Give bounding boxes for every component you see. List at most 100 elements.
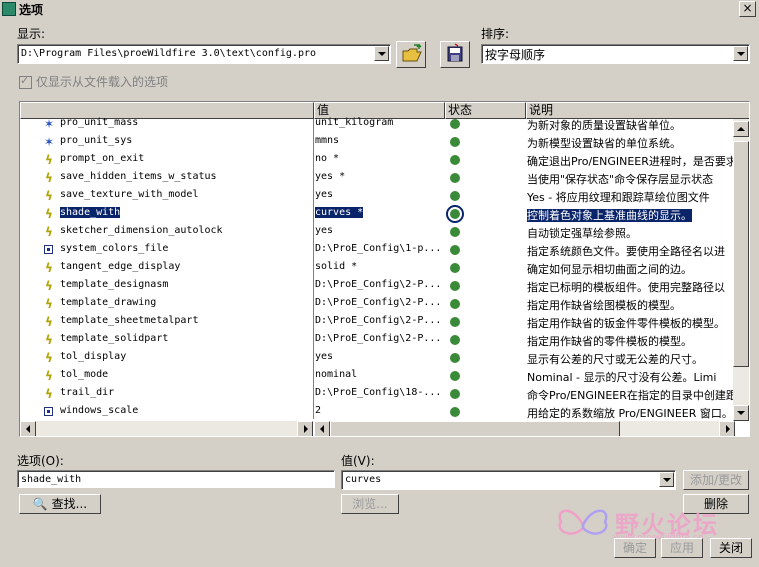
table-row[interactable]: ϟ template_drawing D:\ProE_Config\2-P... 指定… (20, 295, 735, 313)
option-description-cell: 确定如何显示相切曲面之间的边。 (527, 261, 735, 277)
option-name-cell: template_drawing (60, 297, 310, 308)
option-value-cell-text: yes * (315, 171, 346, 182)
option-description-cell: 当使用"保存状态"命令保存层显示状态 (527, 171, 735, 187)
option-description-cell: 显示有公差的尺寸或无公差的尺寸。 (527, 351, 735, 367)
lightning-option-icon: ϟ (45, 387, 53, 401)
scroll-thumb[interactable] (733, 141, 749, 367)
apply-button[interactable]: 应用 (661, 538, 703, 558)
option-name-cell-text: save_texture_with_model (60, 189, 199, 200)
scroll-up-button[interactable] (733, 121, 749, 137)
option-input[interactable]: shade_with (17, 470, 335, 488)
vertical-scrollbar[interactable] (733, 119, 749, 421)
find-button[interactable]: 🔍 查找... (19, 494, 101, 514)
table-row[interactable]: ϟ save_texture_with_model yes Yes - 将应用纹理和跟… (20, 187, 735, 205)
table-row[interactable]: ϟ sketcher_dimension_autolock yes 自动锁定强草绘参照… (20, 223, 735, 241)
display-file-combo[interactable]: D:\Program Files\proeWildfire 3.0\text\c… (17, 44, 391, 64)
table-row[interactable]: ϟ tol_mode nominal Nominal - 显示的尺寸没有公差。Limi (20, 367, 735, 385)
option-description-cell: 为新模型设置缺省的单位系统。 (527, 135, 735, 151)
scroll-right-button[interactable] (297, 421, 313, 436)
table-row[interactable]: ϟ shade_with curves * 控制着色对象上基准曲线的显示。 (20, 205, 735, 223)
option-description-cell-text: 指定已标明的模板组件。使用完整路径以 (527, 281, 725, 294)
option-description-cell-text: 当使用"保存状态"命令保存层显示状态 (527, 173, 714, 186)
option-name-cell-text: prompt_on_exit (60, 153, 145, 164)
checkbox-box[interactable] (19, 74, 32, 89)
table-row[interactable]: ϟ save_hidden_items_w_status yes * 当使用"保存状态… (20, 169, 735, 187)
close-button[interactable]: 关闭 (710, 538, 752, 558)
option-description-cell: 指定系统颜色文件。要使用全路径名以进 (527, 243, 735, 259)
save-disk-icon (447, 43, 463, 62)
option-value-cell-text: D:\ProE_Config\2-P... (315, 333, 440, 344)
status-dot-icon (450, 245, 460, 255)
option-name-cell-text: template_drawing (60, 297, 157, 308)
option-value-cell: D:\ProE_Config\18-... (315, 387, 440, 398)
table-row[interactable]: ϟ tol_display yes 显示有公差的尺寸或无公差的尺寸。 (20, 349, 735, 367)
status-dot-icon (450, 353, 460, 363)
window-title: 选项 (19, 3, 44, 17)
table-row[interactable]: ✶ pro_unit_mass unit_kilogram 为新对象的质量设置缺省单位… (20, 115, 735, 133)
option-description-cell: 指定用作缺省的钣金件零件模板的模型。 (527, 315, 735, 331)
option-name-cell-text: pro_unit_sys (60, 135, 133, 146)
option-description-cell-text: 自动锁定强草绘参照。 (527, 227, 637, 240)
options-table[interactable]: 值 状态 说明 ✶ pro_unit_mass unit_kilogram 为新对象的… (19, 101, 750, 437)
option-description-cell: 指定用作缺省的零件模板的模型。 (527, 333, 735, 349)
option-value-cell: D:\ProE_Config\2-P... (315, 279, 440, 290)
option-description-cell-text: 指定用作缺省的钣金件零件模板的模型。 (527, 317, 725, 330)
scroll-right-button[interactable] (719, 421, 735, 436)
chevron-down-icon[interactable] (659, 472, 674, 487)
option-value-cell-text: curves * (315, 207, 364, 218)
option-value-cell: D:\ProE_Config\2-P... (315, 297, 440, 308)
save-config-button[interactable] (440, 41, 470, 68)
find-button-label: 查找... (51, 497, 88, 511)
option-description-cell-text: Yes - 将应用纹理和跟踪草绘位图文件 (527, 191, 710, 204)
chevron-down-icon[interactable] (733, 46, 748, 61)
scroll-left-button[interactable] (314, 421, 330, 436)
horizontal-scroll-thumb[interactable] (330, 421, 620, 436)
option-description-cell-text: 指定系统颜色文件。要使用全路径名以进 (527, 245, 725, 258)
option-name-cell: template_designasm (60, 279, 310, 290)
value-combo[interactable]: curves (341, 470, 676, 490)
table-row[interactable]: ✶ pro_unit_sys mmns 为新模型设置缺省的单位系统。 (20, 133, 735, 151)
scroll-left-button[interactable] (20, 421, 36, 436)
checkbox-label: 仅显示从文件载入的选项 (36, 75, 169, 89)
unit-option-icon: ✶ (43, 117, 55, 131)
option-description-cell-text: 用给定的系数缩放 Pro/ENGINEER 窗口。 (527, 407, 733, 420)
option-name-cell: tol_display (60, 351, 310, 362)
option-value-cell-text: D:\ProE_Config\18-... (315, 387, 440, 398)
table-row[interactable]: ϟ prompt_on_exit no * 确定退出Pro/ENGINEER进程时，是… (20, 151, 735, 169)
table-row[interactable]: ϟ trail_dir D:\ProE_Config\18-... 命令Pro/ENG… (20, 385, 735, 403)
ok-button[interactable]: 确定 (614, 538, 656, 558)
title-bar[interactable]: 选项 × (0, 0, 759, 17)
option-name-cell: prompt_on_exit (60, 153, 310, 164)
open-folder-button[interactable] (396, 41, 426, 68)
value-label: 值(V): (341, 454, 375, 468)
option-description-cell: 自动锁定强草绘参照。 (527, 225, 735, 241)
show-loaded-only-checkbox[interactable]: 仅显示从文件载入的选项 (19, 73, 168, 90)
option-description-cell: Nominal - 显示的尺寸没有公差。Limi (527, 369, 735, 385)
search-icon: 🔍 (32, 497, 48, 511)
table-row[interactable]: system_colors_file D:\ProE_Config\1-p... 指… (20, 241, 735, 259)
option-description-cell: 控制着色对象上基准曲线的显示。 (527, 207, 735, 223)
table-row[interactable]: ϟ tangent_edge_display solid * 确定如何显示相切曲面之间… (20, 259, 735, 277)
option-name-cell-text: trail_dir (60, 387, 115, 398)
sort-combo[interactable]: 按字母顺序 (481, 44, 750, 64)
option-value-cell-text: mmns (315, 135, 340, 146)
option-name-cell: sketcher_dimension_autolock (60, 225, 310, 236)
sort-value: 按字母顺序 (485, 48, 546, 62)
table-row[interactable]: windows_scale 2 用给定的系数缩放 Pro/ENGINEER 窗口。 (20, 403, 735, 421)
option-value-cell: mmns (315, 135, 440, 146)
chevron-down-icon[interactable] (374, 46, 389, 61)
table-row[interactable]: ϟ template_sheetmetalpart D:\ProE_Config\2… (20, 313, 735, 331)
table-row[interactable]: ϟ template_designasm D:\ProE_Config\2-P...… (20, 277, 735, 295)
option-name-cell: pro_unit_sys (60, 135, 310, 146)
option-value-cell-text: yes (315, 225, 334, 236)
scroll-down-button[interactable] (733, 405, 749, 421)
name-horizontal-scrollbar[interactable] (20, 421, 313, 436)
close-window-button[interactable]: × (739, 1, 756, 17)
table-row[interactable]: ϟ template_solidpart D:\ProE_Config\2-P...… (20, 331, 735, 349)
option-name-cell: trail_dir (60, 387, 310, 398)
option-name-cell-text: template_solidpart (60, 333, 169, 344)
sort-label: 排序: (481, 27, 510, 41)
detail-horizontal-scrollbar[interactable] (314, 421, 735, 436)
browse-button[interactable]: 浏览... (341, 494, 399, 514)
add-change-button[interactable]: 添加/更改 (683, 470, 749, 490)
